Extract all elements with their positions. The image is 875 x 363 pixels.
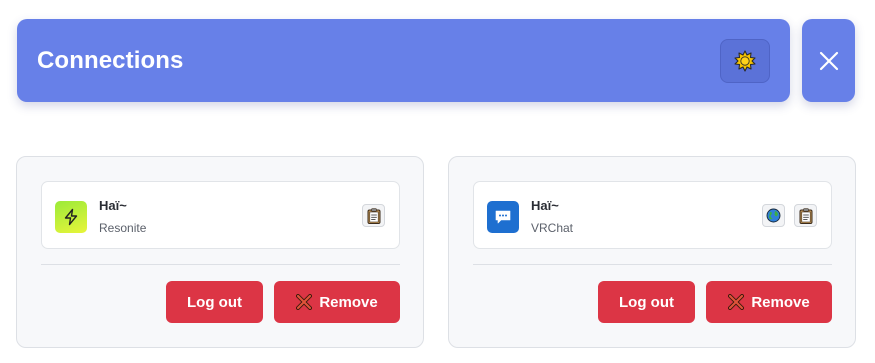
clipboard-icon bbox=[367, 207, 380, 224]
connections-header: Connections bbox=[17, 19, 790, 102]
cross-mark-icon bbox=[728, 294, 745, 310]
chat-bubble-icon bbox=[495, 210, 511, 224]
connection-card-vrchat: Haï~ VRChat Log out Remove bbox=[448, 156, 856, 348]
account-platform: Resonite bbox=[99, 221, 147, 235]
sun-gear-icon bbox=[734, 49, 756, 72]
account-row: Haï~ VRChat bbox=[473, 181, 832, 249]
resonite-app-icon bbox=[55, 201, 87, 233]
remove-label: Remove bbox=[751, 293, 810, 311]
remove-button[interactable]: Remove bbox=[706, 281, 832, 323]
account-platform: VRChat bbox=[531, 221, 574, 235]
close-icon bbox=[819, 51, 838, 70]
account-name: Haï~ bbox=[99, 198, 127, 213]
close-button[interactable] bbox=[802, 19, 855, 102]
remove-button[interactable]: Remove bbox=[274, 281, 400, 323]
connection-card-resonite: Haï~ Resonite Log out Remove bbox=[16, 156, 424, 348]
logout-button[interactable]: Log out bbox=[598, 281, 695, 323]
clipboard-icon bbox=[799, 207, 812, 224]
open-world-button[interactable] bbox=[762, 204, 785, 227]
divider bbox=[41, 264, 400, 265]
account-name: Haï~ bbox=[531, 198, 559, 213]
globe-icon bbox=[766, 208, 781, 223]
copy-button[interactable] bbox=[362, 204, 385, 227]
logout-label: Log out bbox=[619, 293, 674, 311]
copy-button[interactable] bbox=[794, 204, 817, 227]
settings-button[interactable] bbox=[720, 38, 770, 83]
cross-mark-icon bbox=[296, 294, 313, 310]
lightning-bolt-icon bbox=[64, 208, 78, 226]
account-row: Haï~ Resonite bbox=[41, 181, 400, 249]
page-title: Connections bbox=[37, 46, 184, 74]
remove-label: Remove bbox=[319, 293, 378, 311]
logout-button[interactable]: Log out bbox=[166, 281, 263, 323]
vrchat-app-icon bbox=[487, 201, 519, 233]
logout-label: Log out bbox=[187, 293, 242, 311]
divider bbox=[473, 264, 832, 265]
